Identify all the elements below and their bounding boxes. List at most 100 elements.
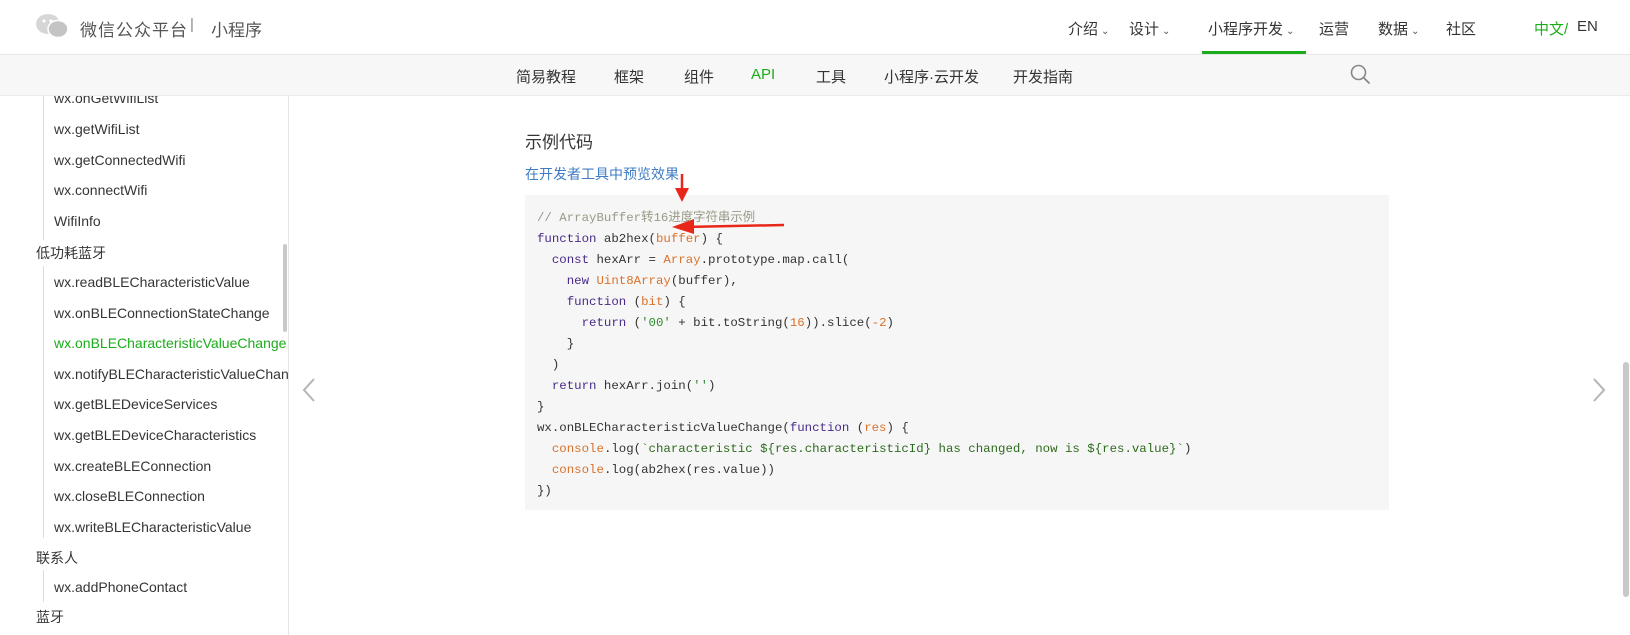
section-title: 示例代码	[525, 133, 593, 152]
code-string: '00'	[641, 316, 671, 330]
top-header: 微信公众平台 | 小程序 介绍 ⌄ 设计 ⌄ 小程序开发 ⌄ 运营 数据 ⌄ 社区 中文…	[0, 0, 1630, 55]
sidebar-guide-line	[43, 96, 44, 240]
code-text: + bit.toString(	[670, 316, 790, 330]
topnav-operation[interactable]: 运营	[1319, 18, 1349, 39]
lang-en-link[interactable]: EN	[1577, 18, 1598, 35]
sidebar-item[interactable]: wx.getBLEDeviceServices	[54, 396, 217, 412]
chevron-down-icon: ⌄	[1411, 26, 1420, 37]
code-text: )	[551, 358, 560, 372]
code-number: -2	[871, 316, 887, 330]
sidebar-scrollbar[interactable]	[283, 244, 287, 332]
code-builtin: Uint8Array	[596, 274, 671, 288]
subnav-api[interactable]: API	[751, 66, 775, 83]
subnav-tools[interactable]: 工具	[816, 66, 846, 87]
sidebar-item[interactable]: wx.createBLEConnection	[54, 458, 211, 474]
sidebar-item[interactable]: WifiInfo	[54, 213, 101, 229]
code-param: res	[864, 421, 887, 435]
api-sidebar: wx.onGetWifiList wx.getWifiList wx.getCo…	[0, 96, 289, 635]
brand-separator: |	[190, 16, 194, 33]
code-text: (	[626, 316, 642, 330]
code-comment: // ArrayBuffer转16进度字符串示例	[537, 211, 756, 225]
topnav-data[interactable]: 数据 ⌄	[1378, 18, 1419, 39]
code-sample: // ArrayBuffer转16进度字符串示例 function ab2hex…	[537, 208, 1191, 502]
code-text: )).slice(	[804, 316, 872, 330]
sidebar-item[interactable]: wx.writeBLECharacteristicValue	[54, 519, 251, 535]
code-text: )	[1183, 442, 1192, 456]
chevron-down-icon: ⌄	[1101, 26, 1110, 37]
code-text: wx.onBLECharacteristicValueChange(	[537, 421, 790, 435]
brand-title[interactable]: 微信公众平台	[80, 16, 188, 41]
page-scrollbar[interactable]	[1623, 362, 1629, 597]
code-text: .prototype.map.call(	[700, 253, 850, 267]
topnav-intro-label: 介绍	[1068, 21, 1099, 38]
sidebar-category-contact[interactable]: 联系人	[36, 548, 78, 568]
code-keyword: new	[566, 274, 590, 288]
code-text: (	[626, 295, 642, 309]
sidebar-guide-line	[43, 266, 44, 538]
code-text: .log(	[603, 442, 642, 456]
code-text: .log(ab2hex(res.value))	[603, 463, 775, 477]
code-text: })	[537, 484, 552, 498]
sidebar-category-next[interactable]: 蓝牙	[36, 607, 64, 627]
brand-subtitle[interactable]: 小程序	[211, 16, 262, 41]
sidebar-guide-line	[43, 570, 44, 602]
code-keyword: function	[537, 232, 597, 246]
code-keyword: function	[789, 421, 850, 435]
preview-in-devtools-link[interactable]: 在开发者工具中预览效果	[525, 164, 679, 184]
code-builtin: console	[551, 442, 604, 456]
sidebar-item[interactable]: wx.addPhoneContact	[54, 579, 187, 595]
sidebar-item[interactable]: wx.notifyBLECharacteristicValueChange	[54, 366, 288, 382]
sidebar-item[interactable]: wx.getConnectedWifi	[54, 152, 186, 168]
code-text: ab2hex(	[596, 232, 656, 246]
code-keyword: return	[581, 316, 627, 330]
code-text: hexArr.join(	[596, 379, 694, 393]
code-text: ) {	[886, 421, 909, 435]
topnav-design[interactable]: 设计 ⌄	[1129, 18, 1170, 39]
code-keyword: const	[551, 253, 590, 267]
search-icon[interactable]	[1349, 63, 1371, 85]
sidebar-item[interactable]: wx.onGetWifiList	[54, 96, 158, 106]
code-template-string: `characteristic ${res.characteristicId} …	[641, 442, 1184, 456]
subnav-framework[interactable]: 框架	[614, 66, 644, 87]
sidebar-item[interactable]: wx.getBLEDeviceCharacteristics	[54, 427, 256, 443]
sidebar-item[interactable]: wx.readBLECharacteristicValue	[54, 274, 250, 290]
code-text: (	[849, 421, 865, 435]
code-text: (buffer),	[670, 274, 738, 288]
sidebar-category-ble[interactable]: 低功耗蓝牙	[36, 243, 106, 263]
sidebar-item[interactable]: wx.closeBLEConnection	[54, 488, 205, 504]
subnav-guide[interactable]: 开发指南	[1013, 66, 1073, 87]
topnav-dev[interactable]: 小程序开发 ⌄	[1208, 18, 1294, 39]
topnav-operation-label: 运营	[1319, 21, 1350, 38]
code-builtin: Array	[663, 253, 701, 267]
topnav-active-indicator	[1202, 51, 1306, 54]
subnav-tutorial[interactable]: 简易教程	[516, 66, 576, 87]
topnav-intro[interactable]: 介绍 ⌄	[1068, 18, 1109, 39]
sidebar-item-active[interactable]: wx.onBLECharacteristicValueChange	[54, 335, 286, 351]
code-param: bit	[641, 295, 664, 309]
code-text: )	[708, 379, 716, 393]
sidebar-item[interactable]: wx.connectWifi	[54, 182, 147, 198]
topnav-dev-label: 小程序开发	[1208, 21, 1284, 38]
next-page-icon[interactable]	[1589, 375, 1609, 405]
previous-page-icon[interactable]	[299, 375, 319, 405]
code-block: // ArrayBuffer转16进度字符串示例 function ab2hex…	[525, 195, 1389, 510]
topnav-data-label: 数据	[1378, 21, 1409, 38]
chevron-down-icon: ⌄	[1162, 26, 1171, 37]
wechat-logo-icon[interactable]	[35, 13, 69, 39]
topnav-community[interactable]: 社区	[1446, 18, 1476, 39]
code-text: }	[566, 337, 575, 351]
topnav-design-label: 设计	[1129, 21, 1160, 38]
topnav-community-label: 社区	[1446, 21, 1477, 38]
code-text: ) {	[700, 232, 723, 246]
code-param: buffer	[656, 232, 701, 246]
sub-navigation: 简易教程 框架 组件 API 工具 小程序·云开发 开发指南	[0, 55, 1630, 96]
sidebar-item[interactable]: wx.getWifiList	[54, 121, 140, 137]
subnav-components[interactable]: 组件	[684, 66, 714, 87]
subnav-cloud[interactable]: 小程序·云开发	[884, 66, 979, 87]
lang-zh-link[interactable]: 中文/	[1534, 18, 1568, 39]
code-text: )	[886, 316, 894, 330]
code-keyword: function	[566, 295, 627, 309]
code-text: ) {	[663, 295, 686, 309]
sidebar-item[interactable]: wx.onBLEConnectionStateChange	[54, 305, 270, 321]
